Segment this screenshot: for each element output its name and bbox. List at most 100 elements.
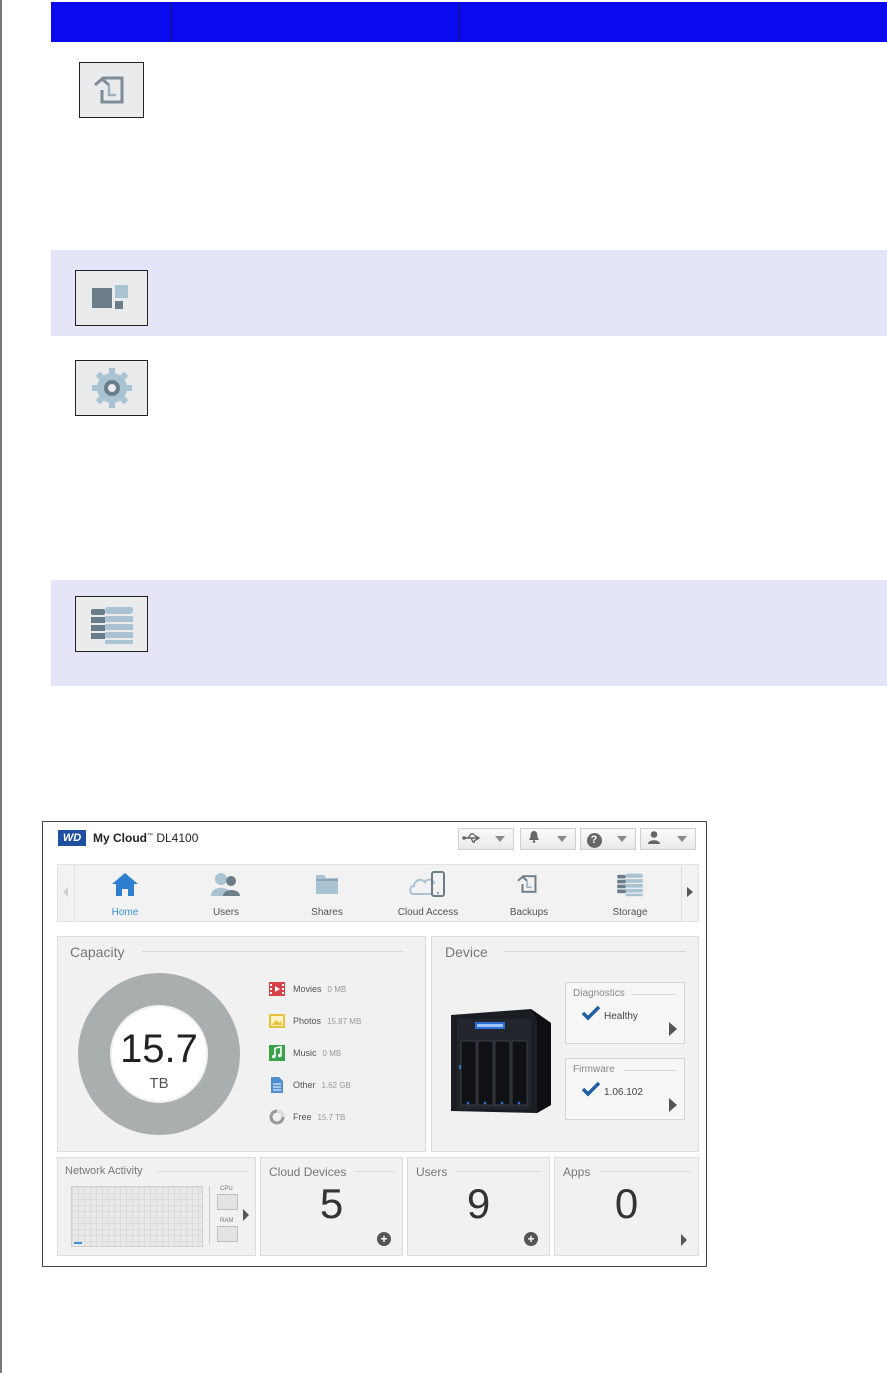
users-title: Users <box>416 1165 448 1179</box>
chevron-down-icon <box>677 836 687 842</box>
page-margin-line <box>0 0 2 1373</box>
nav-item-shares[interactable]: Shares <box>282 869 372 918</box>
backups-icon <box>484 869 574 899</box>
nav-label-home: Home <box>111 907 139 918</box>
backups-icon <box>79 62 144 118</box>
chevron-down-icon <box>557 836 567 842</box>
legend-label-photos: Photos <box>293 1016 322 1026</box>
nav-item-storage[interactable]: Storage <box>585 869 675 918</box>
nav-item-cloud-access[interactable]: Cloud Access <box>383 869 473 918</box>
alerts-button[interactable] <box>520 828 576 850</box>
legend-value-free: 15.7 TB <box>317 1112 346 1122</box>
users-rule <box>456 1171 541 1172</box>
legend-label-other: Other <box>293 1080 316 1090</box>
apps-icon <box>75 270 148 326</box>
table-row-apps <box>51 250 887 336</box>
legend-value-photos: 15.87 MB <box>327 1016 362 1026</box>
network-activity-panel: Network Activity CPU RAM <box>57 1157 256 1256</box>
trademark-mark: ™ <box>147 833 153 839</box>
help-button[interactable]: ? <box>580 828 636 850</box>
storage-icon <box>585 869 675 899</box>
table-row-backups <box>51 42 887 250</box>
brand-name: My Cloud <box>93 831 147 845</box>
help-icon: ? <box>581 830 607 848</box>
chevron-right-icon[interactable] <box>243 1209 249 1221</box>
nav-divider <box>74 865 75 921</box>
cloud-devices-title: Cloud Devices <box>269 1165 347 1179</box>
usb-icon <box>459 830 485 848</box>
users-count: 9 <box>466 1180 491 1227</box>
nav-item-home[interactable]: Home <box>80 869 170 918</box>
cpu-label: CPU <box>220 1186 233 1192</box>
add-user-button[interactable]: + <box>524 1232 538 1246</box>
legend-row-other: Other 1.62 GB <box>269 1077 351 1093</box>
add-cloud-device-button[interactable]: + <box>377 1232 391 1246</box>
legend-value-music: 0 MB <box>322 1048 342 1058</box>
wd-logo: WD <box>58 830 86 846</box>
capacity-title-rule <box>142 951 403 952</box>
capacity-donut-chart: 15.7 TB <box>78 973 240 1135</box>
users-icon <box>181 869 271 899</box>
nav-label-backups: Backups <box>509 907 549 918</box>
legend-value-movies: 0 MB <box>327 984 347 994</box>
other-document-icon <box>269 1077 285 1093</box>
firmware-card[interactable]: Firmware 1.06.102 <box>565 1058 685 1120</box>
nav-label-users: Users <box>212 907 240 918</box>
chevron-right-icon[interactable] <box>669 1098 677 1112</box>
device-panel: Device Diagnostics Healthy Firmware 1.06… <box>431 936 699 1152</box>
chevron-right-icon[interactable] <box>669 1022 677 1036</box>
legend-row-free: Free 15.7 TB <box>269 1109 345 1125</box>
movies-icon <box>269 981 285 997</box>
music-icon <box>269 1045 285 1061</box>
capacity-unit: TB <box>149 1075 169 1092</box>
nav-item-backups[interactable]: Backups <box>484 869 574 918</box>
table-header-col-1 <box>51 2 172 42</box>
chevron-right-icon[interactable] <box>681 1234 687 1246</box>
apps-panel: Apps 0 <box>554 1157 699 1256</box>
check-icon <box>581 1005 601 1026</box>
table-row-settings <box>51 336 887 580</box>
free-space-icon <box>269 1109 285 1125</box>
legend-label-free: Free <box>293 1112 312 1122</box>
device-model: DL4100 <box>156 831 199 845</box>
device-title: Device <box>445 944 488 960</box>
nav-label-storage: Storage <box>612 907 648 918</box>
firmware-title: Firmware <box>573 1064 615 1075</box>
capacity-panel: Capacity 15.7 TB Movies 0 MB Photos 15.8… <box>57 936 426 1152</box>
photos-icon <box>269 1013 285 1029</box>
firmware-rule <box>624 1070 676 1071</box>
apps-rule <box>601 1171 690 1172</box>
dashboard-screenshot: WD My Cloud™ DL4100 ? Home Users Shares … <box>42 821 707 1267</box>
legend-row-music: Music 0 MB <box>269 1045 341 1061</box>
network-activity-bar <box>74 1242 82 1244</box>
legend-row-movies: Movies 0 MB <box>269 981 346 997</box>
nav-item-users[interactable]: Users <box>181 869 271 918</box>
capacity-title: Capacity <box>70 944 125 960</box>
storage-icon <box>75 596 148 652</box>
usb-button[interactable] <box>458 828 514 850</box>
network-title-rule <box>158 1171 248 1172</box>
diagnostics-status: Healthy <box>604 1011 638 1022</box>
cloud-access-icon <box>383 869 473 899</box>
table-header-col-2 <box>172 2 460 42</box>
check-icon <box>581 1081 601 1102</box>
legend-row-photos: Photos 15.87 MB <box>269 1013 361 1029</box>
user-menu-button[interactable] <box>640 828 696 850</box>
help-glyph: ? <box>586 833 602 848</box>
diagnostics-card[interactable]: Diagnostics Healthy <box>565 982 685 1044</box>
legend-value-other: 1.62 GB <box>321 1080 351 1090</box>
nav-scroll-left-icon[interactable] <box>63 887 68 897</box>
chevron-down-icon <box>617 836 627 842</box>
nav-label-shares: Shares <box>311 907 343 918</box>
home-icon <box>80 869 170 899</box>
diagnostics-rule <box>632 994 676 995</box>
cloud-devices-count: 5 <box>319 1180 344 1227</box>
network-activity-title: Network Activity <box>65 1165 143 1177</box>
table-header-col-3 <box>460 2 887 42</box>
capacity-value: 15.7 <box>120 1027 198 1071</box>
network-divider <box>209 1186 210 1244</box>
legend-label-movies: Movies <box>293 984 322 994</box>
apps-title: Apps <box>563 1165 591 1179</box>
table-row-storage <box>51 580 887 686</box>
nav-scroll-right-icon[interactable] <box>687 887 693 897</box>
